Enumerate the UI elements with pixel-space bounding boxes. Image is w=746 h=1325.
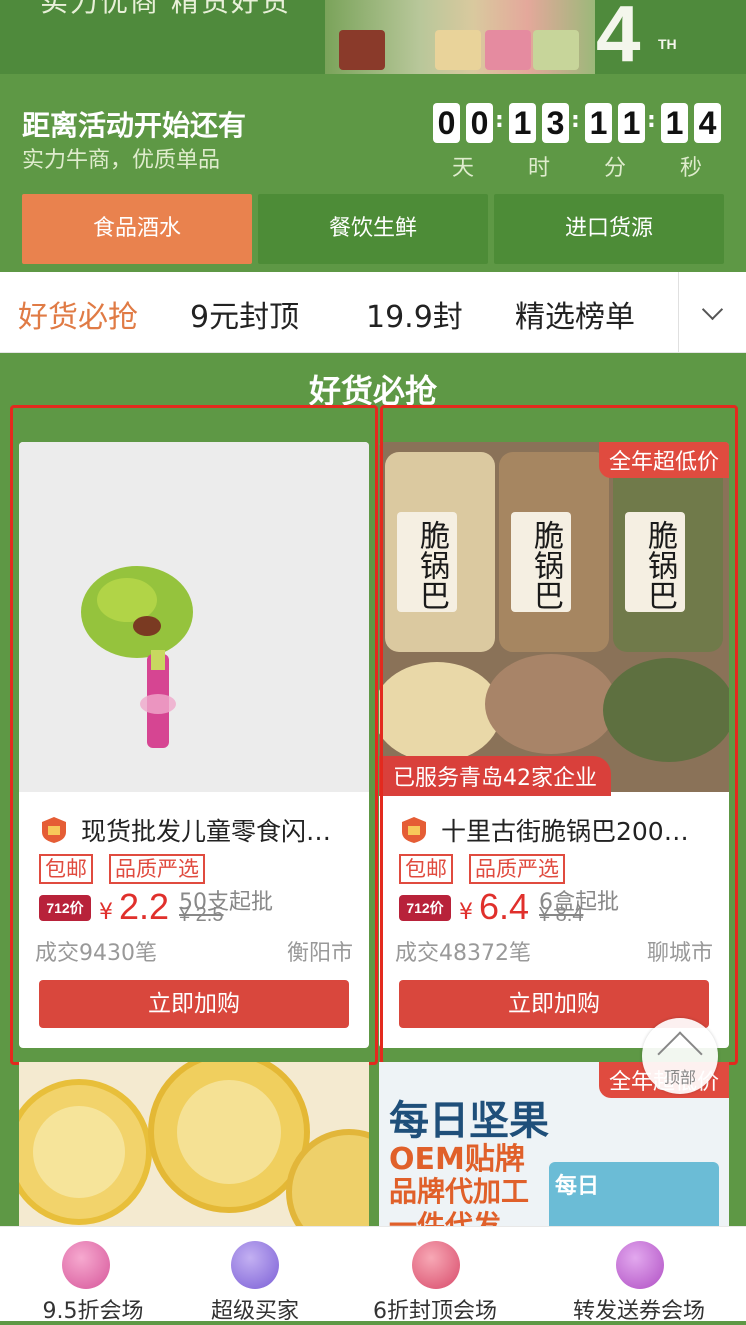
subnav-9-yuan-cap[interactable]: 9元封顶 bbox=[190, 292, 299, 336]
countdown-digit: 1 bbox=[661, 103, 688, 143]
category-tab-catering-fresh[interactable]: 餐饮生鲜 bbox=[258, 194, 488, 264]
countdown-colon: : bbox=[647, 108, 656, 133]
bottom-nav-item-95-discount[interactable]: 9.5折会场 bbox=[0, 1227, 186, 1324]
back-to-top-button[interactable]: 顶部 bbox=[642, 1018, 718, 1094]
countdown-unit-minute: 分 bbox=[603, 156, 626, 181]
subnav-selected-rank[interactable]: 精选榜单 bbox=[515, 292, 635, 336]
countdown-unit-second: 秒 bbox=[679, 156, 702, 181]
diamond-icon bbox=[231, 1241, 279, 1289]
bottom-nav-item-60-cap[interactable]: 6折封顶会场 bbox=[342, 1227, 528, 1324]
chevron-down-icon bbox=[701, 298, 724, 321]
coupon-icon bbox=[616, 1241, 664, 1289]
countdown-colon: : bbox=[571, 108, 580, 133]
banner-text: 实力优商 精货好货 bbox=[40, 0, 291, 18]
percent-bag-icon bbox=[412, 1241, 460, 1289]
countdown-digit: 0 bbox=[466, 103, 493, 143]
top-banner[interactable]: 实力优商 精货好货 4 TH bbox=[0, 0, 746, 74]
highlight-box bbox=[380, 405, 738, 1065]
anniversary-number: 4 bbox=[596, 0, 641, 74]
countdown-digit: 1 bbox=[585, 103, 612, 143]
banner-product-image bbox=[325, 0, 595, 74]
bottom-navigation: 9.5折会场 超级买家 6折封顶会场 转发送券会场 bbox=[0, 1226, 746, 1324]
bottom-nav-label: 6折封顶会场 bbox=[373, 1299, 497, 1324]
countdown-digit: 1 bbox=[618, 103, 645, 143]
sub-navigation: 好货必抢 9元封顶 19.9封 精选榜单 bbox=[0, 272, 746, 353]
category-tab-imported[interactable]: 进口货源 bbox=[494, 194, 724, 264]
countdown-digit: 0 bbox=[433, 103, 460, 143]
countdown-digit: 3 bbox=[542, 103, 569, 143]
subnav-hot-deals[interactable]: 好货必抢 bbox=[18, 292, 138, 336]
countdown-unit-hour: 时 bbox=[527, 156, 550, 181]
gift-box-text: 每日 bbox=[555, 1174, 600, 1199]
countdown-digit: 4 bbox=[694, 103, 721, 143]
bottom-nav-item-share-coupon[interactable]: 转发送券会场 bbox=[546, 1227, 732, 1324]
countdown-digit: 1 bbox=[509, 103, 536, 143]
subnav-19-9-cap[interactable]: 19.9封 bbox=[366, 292, 463, 336]
back-to-top-label: 顶部 bbox=[663, 1068, 696, 1087]
bottom-nav-label: 超级买家 bbox=[210, 1299, 299, 1324]
countdown-title: 距离活动开始还有 bbox=[22, 109, 247, 142]
bottom-nav-label: 转发送券会场 bbox=[572, 1299, 705, 1324]
countdown-colon: : bbox=[495, 108, 504, 133]
lemon-slices-image bbox=[19, 1062, 369, 1232]
countdown-unit-day: 天 bbox=[451, 156, 474, 181]
tag-icon bbox=[62, 1241, 110, 1289]
countdown-subtitle: 实力牛商，优质单品 bbox=[22, 148, 221, 173]
anniversary-suffix: TH bbox=[658, 36, 677, 52]
highlight-box bbox=[10, 405, 378, 1065]
gift-box-image: 每日 bbox=[549, 1162, 719, 1232]
bottom-nav-label: 9.5折会场 bbox=[42, 1299, 144, 1324]
product-card[interactable] bbox=[19, 1062, 369, 1232]
subnav-expand-button[interactable] bbox=[678, 272, 746, 352]
bottom-nav-item-super-buyer[interactable]: 超级买家 bbox=[162, 1227, 348, 1324]
category-tab-food-drinks[interactable]: 食品酒水 bbox=[22, 194, 252, 264]
